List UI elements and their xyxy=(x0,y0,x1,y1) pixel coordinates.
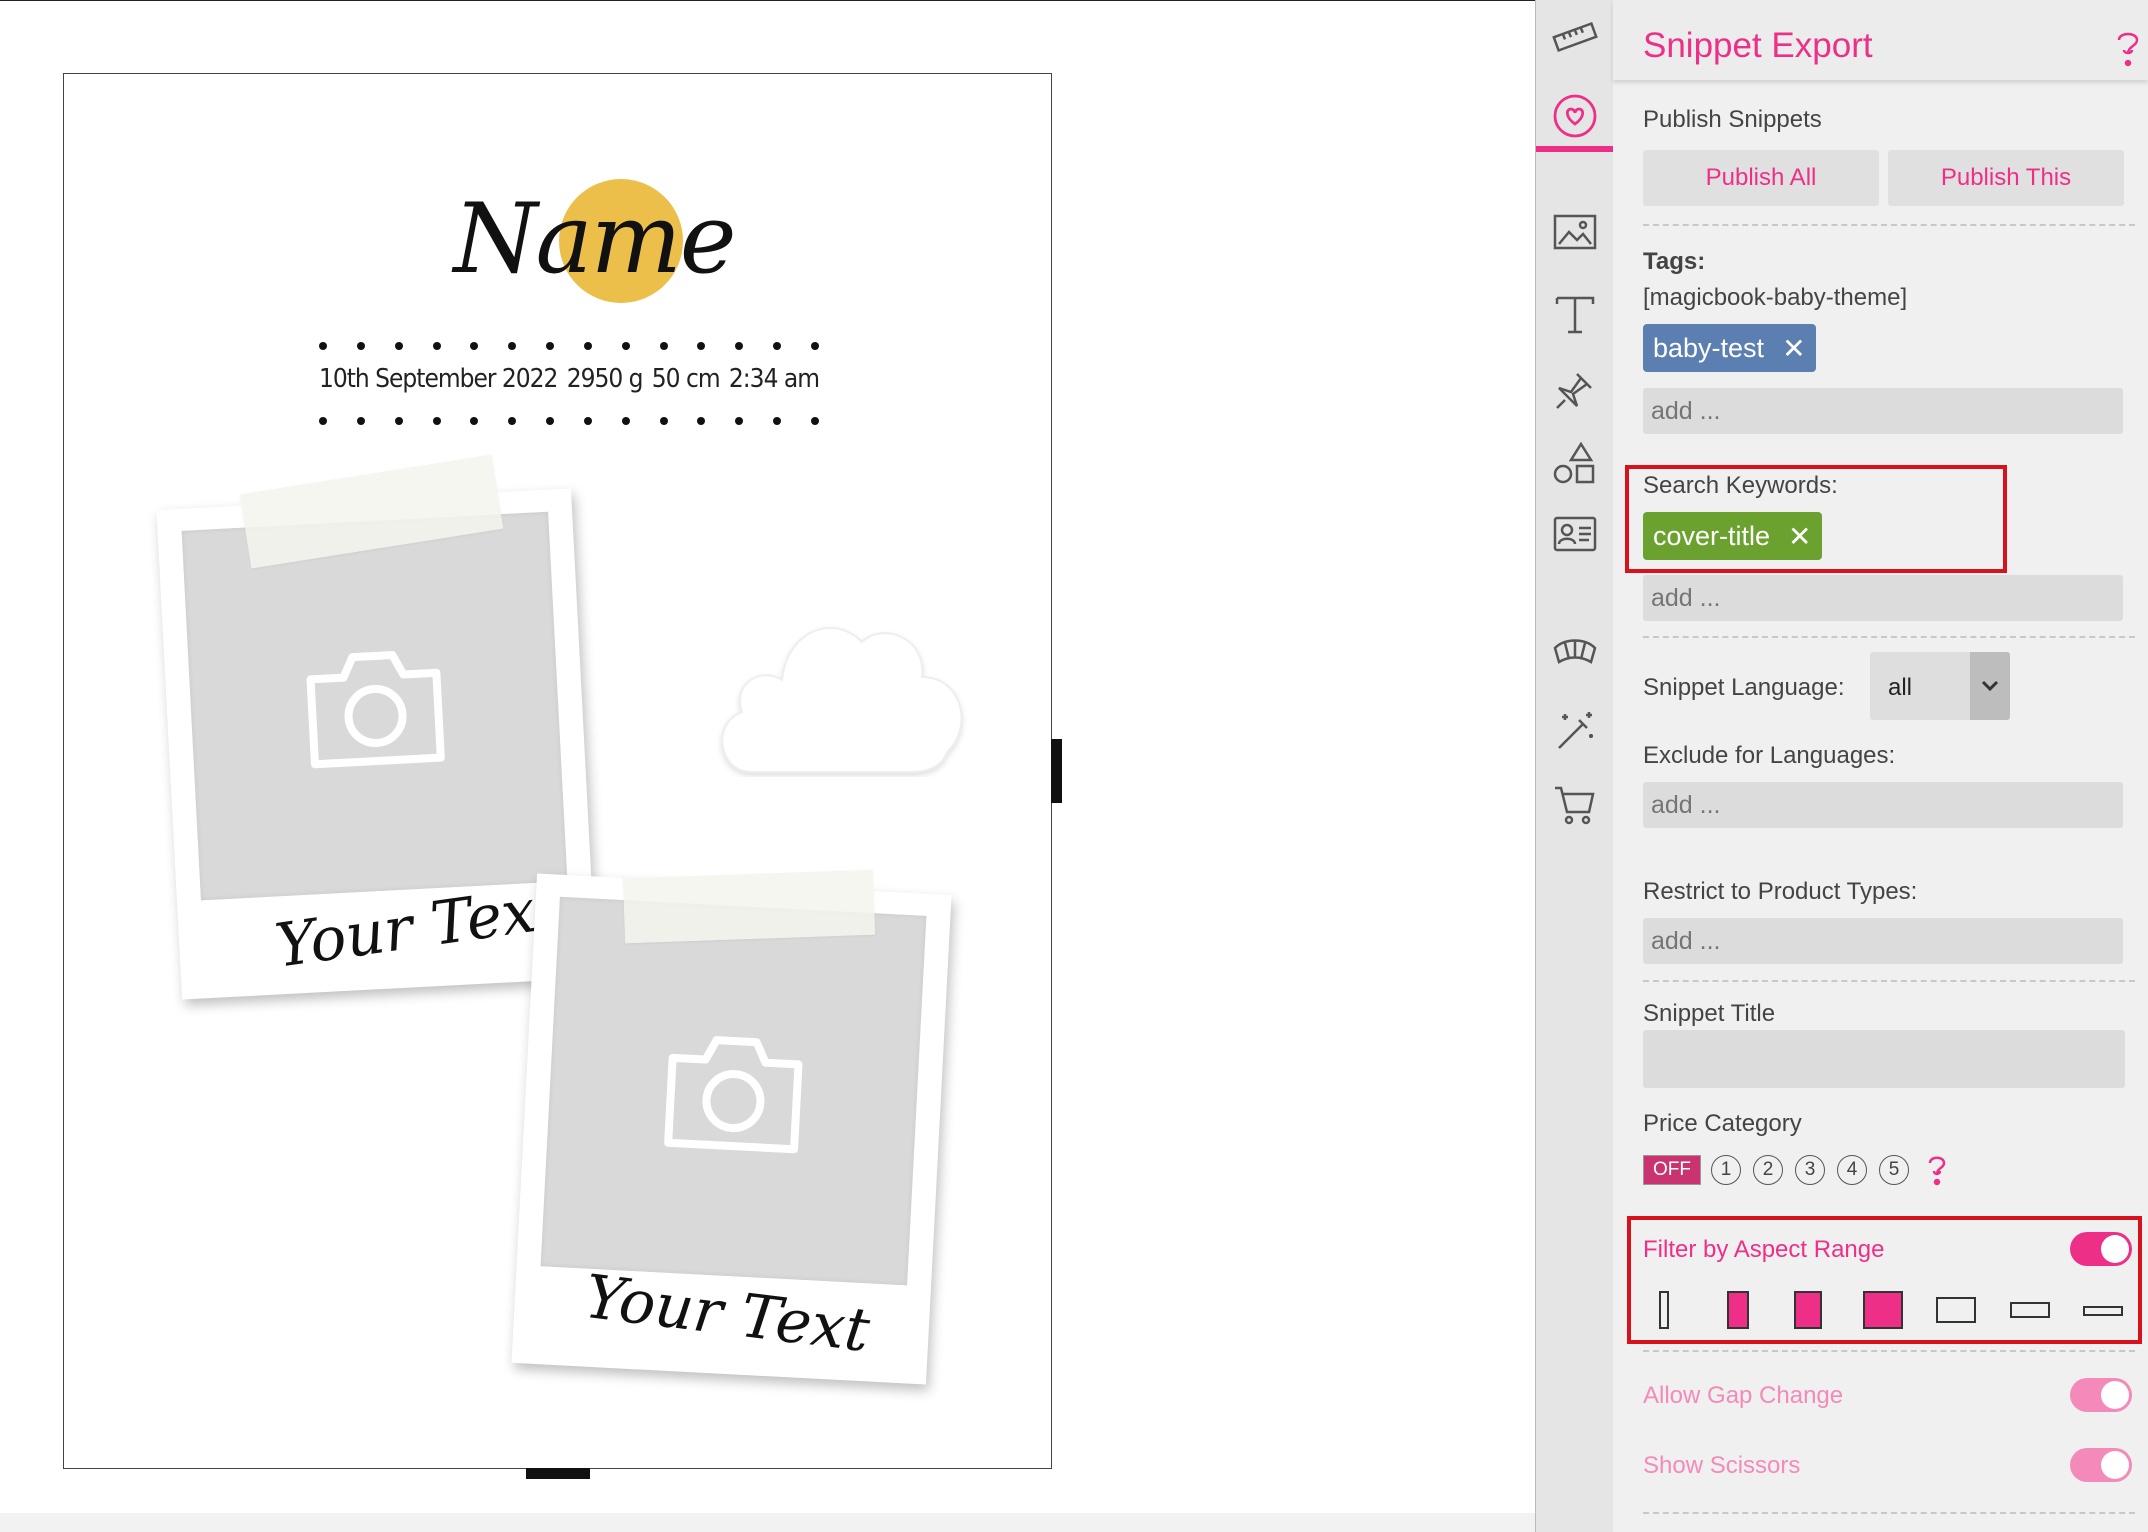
tool-sidebar xyxy=(1535,0,1614,1532)
dot-divider-top xyxy=(319,342,819,352)
remove-keyword-icon[interactable]: ✕ xyxy=(1788,520,1811,553)
aspect-option-portrait-narrow[interactable] xyxy=(1727,1291,1749,1329)
tags-input[interactable] xyxy=(1643,388,2123,434)
language-select[interactable]: all xyxy=(1870,652,2010,720)
language-label: Snippet Language: xyxy=(1643,674,1845,701)
aspect-option-tall-thin[interactable] xyxy=(1659,1291,1669,1329)
chevron-down-icon xyxy=(1981,680,1999,692)
snippet-export-panel: Snippet Export Publish Snippets Publish … xyxy=(1613,0,2148,1532)
name-title[interactable]: Name xyxy=(444,174,744,304)
gap-change-toggle[interactable] xyxy=(2070,1378,2132,1412)
birth-weight: 2950 g xyxy=(566,364,644,394)
camera-icon xyxy=(306,651,445,769)
price-off-button[interactable]: OFF xyxy=(1643,1155,1701,1185)
language-dropdown-toggle[interactable] xyxy=(1970,652,2010,720)
page-resize-handle-bottom[interactable] xyxy=(526,1468,590,1479)
price-option-3[interactable]: 3 xyxy=(1795,1155,1825,1185)
language-select-value: all xyxy=(1888,674,1913,701)
aspect-option-portrait[interactable] xyxy=(1794,1291,1822,1329)
snippet-tool-button[interactable] xyxy=(1545,86,1605,146)
dot-divider-bottom xyxy=(319,417,819,427)
tape-decoration-2 xyxy=(622,869,876,944)
page-resize-handle-right[interactable] xyxy=(1051,739,1062,803)
keywords-input[interactable] xyxy=(1643,575,2123,621)
canvas-area[interactable]: Name 10th September 2022 2950 g 50 cm 2:… xyxy=(0,0,1535,1532)
help-icon[interactable] xyxy=(2113,28,2143,68)
aspect-option-panorama[interactable] xyxy=(2083,1306,2123,1316)
aspect-option-landscape[interactable] xyxy=(1936,1297,1976,1323)
price-help-icon[interactable] xyxy=(1926,1153,1948,1187)
cart-icon xyxy=(1555,786,1595,825)
image-icon xyxy=(1553,214,1597,250)
tags-value: [magicbook-baby-theme] xyxy=(1643,284,1908,311)
section-divider xyxy=(1643,980,2135,982)
birth-date: 10th September 2022 xyxy=(319,364,558,394)
text-icon xyxy=(1555,296,1595,334)
section-divider xyxy=(1643,636,2135,638)
snippet-title-input[interactable] xyxy=(1643,1030,2125,1088)
price-option-2[interactable]: 2 xyxy=(1753,1155,1783,1185)
layout-icon xyxy=(1553,639,1597,664)
birth-time: 2:34 am xyxy=(728,364,820,394)
birth-info-row[interactable]: 10th September 2022 2950 g 50 cm 2:34 am xyxy=(319,364,820,394)
name-block[interactable]: Name xyxy=(444,174,744,314)
publish-section-label: Publish Snippets xyxy=(1643,106,1822,133)
active-tool-indicator xyxy=(1536,146,1614,152)
shapes-icon xyxy=(1553,441,1595,484)
restrict-product-label: Restrict to Product Types: xyxy=(1643,878,1918,905)
price-option-5[interactable]: 5 xyxy=(1879,1155,1909,1185)
birth-length: 50 cm xyxy=(651,364,721,394)
section-divider xyxy=(1643,1512,2135,1514)
polaroid-frame-1[interactable]: Your Text xyxy=(156,488,597,1000)
design-page[interactable]: Name 10th September 2022 2950 g 50 cm 2:… xyxy=(63,73,1052,1469)
layout-tool-button[interactable] xyxy=(1545,624,1605,684)
aspect-range-toggle[interactable] xyxy=(2070,1232,2132,1266)
panel-header: Snippet Export xyxy=(1613,0,2148,80)
aspect-range-label: Filter by Aspect Range xyxy=(1643,1236,1885,1263)
text-tool-button[interactable] xyxy=(1545,284,1605,344)
pin-tool-button[interactable] xyxy=(1545,360,1605,420)
snippet-title-label: Snippet Title xyxy=(1643,1000,1776,1027)
price-category-label: Price Category xyxy=(1643,1110,1802,1137)
restrict-product-input[interactable] xyxy=(1643,918,2123,964)
pin-icon xyxy=(1556,373,1592,409)
price-option-4[interactable]: 4 xyxy=(1837,1155,1867,1185)
ruler-tool-button[interactable] xyxy=(1545,6,1605,66)
tags-label: Tags: xyxy=(1643,248,1706,275)
aspect-option-square[interactable] xyxy=(1863,1291,1903,1329)
photo-placeholder-2[interactable] xyxy=(540,896,927,1286)
magic-wand-icon xyxy=(1558,712,1593,749)
show-scissors-label: Show Scissors xyxy=(1643,1452,1801,1479)
show-scissors-toggle[interactable] xyxy=(2070,1448,2132,1482)
publish-this-button[interactable]: Publish This xyxy=(1888,150,2124,206)
tag-chip[interactable]: baby-test ✕ xyxy=(1643,324,1816,372)
image-tool-button[interactable] xyxy=(1545,202,1605,262)
camera-icon xyxy=(663,1036,802,1154)
publish-all-button[interactable]: Publish All xyxy=(1643,150,1879,206)
section-divider xyxy=(1643,224,2135,226)
keyword-chip[interactable]: cover-title ✕ xyxy=(1643,512,1822,560)
photo-placeholder-1[interactable] xyxy=(181,511,568,901)
cloud-decoration[interactable] xyxy=(712,602,972,777)
keyword-chip-label: cover-title xyxy=(1653,520,1771,551)
canvas-bottom-strip xyxy=(0,1513,1535,1532)
panel-title: Snippet Export xyxy=(1643,26,1873,65)
remove-tag-icon[interactable]: ✕ xyxy=(1782,332,1805,365)
exclude-languages-label: Exclude for Languages: xyxy=(1643,742,1896,769)
contact-tool-button[interactable] xyxy=(1545,504,1605,564)
aspect-option-landscape-wide[interactable] xyxy=(2010,1302,2050,1318)
section-divider xyxy=(1643,1350,2135,1352)
cart-tool-button[interactable] xyxy=(1545,774,1605,834)
price-option-1[interactable]: 1 xyxy=(1711,1155,1741,1185)
contact-card-icon xyxy=(1553,516,1597,552)
exclude-languages-input[interactable] xyxy=(1643,782,2123,828)
tag-chip-label: baby-test xyxy=(1653,332,1765,363)
ruler-icon xyxy=(1552,21,1598,53)
magic-tool-button[interactable] xyxy=(1545,700,1605,760)
polaroid-frame-2[interactable]: Your Text xyxy=(511,873,952,1385)
gap-change-label: Allow Gap Change xyxy=(1643,1382,1844,1409)
heart-icon xyxy=(1553,94,1597,138)
keywords-label: Search Keywords: xyxy=(1643,472,1838,499)
shapes-tool-button[interactable] xyxy=(1545,434,1605,494)
